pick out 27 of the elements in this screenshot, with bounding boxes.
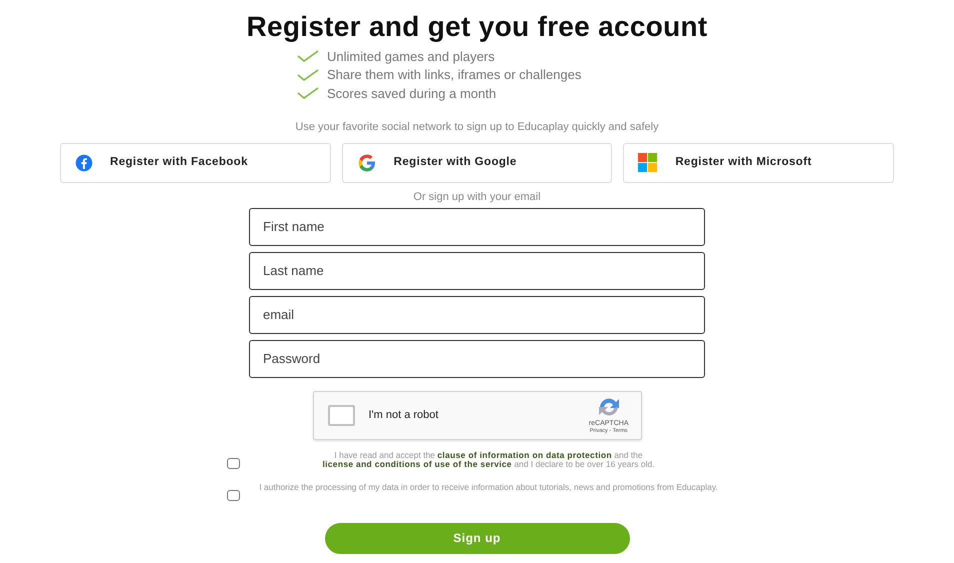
social-register-button[interactable]: Register with Facebook bbox=[60, 143, 331, 183]
social-register-button[interactable]: Register with Google bbox=[342, 143, 612, 183]
check-icon bbox=[297, 87, 319, 100]
consent-link[interactable]: clause of information on data protection bbox=[437, 450, 612, 460]
text-field[interactable]: email bbox=[249, 296, 705, 334]
text-field[interactable]: Password bbox=[249, 340, 705, 378]
consent-text: I have read and accept the clause of information on data protection and the license and conditions of use of the service and I declare to be over 16 years old. bbox=[321, 450, 656, 468]
consent-checkbox[interactable] bbox=[227, 458, 240, 468]
microsoft-icon bbox=[638, 153, 658, 173]
captcha-checkbox[interactable] bbox=[328, 404, 354, 426]
social-intro: Use your favorite social network to sign up to Educaplay quickly and safely bbox=[295, 120, 659, 134]
consent-checkbox[interactable] bbox=[227, 490, 240, 500]
social-register-button[interactable]: Register with Microsoft bbox=[623, 143, 894, 183]
check-icon bbox=[297, 68, 319, 81]
benefit-text: Scores saved during a month bbox=[327, 84, 496, 103]
text-field[interactable]: Last name bbox=[249, 252, 705, 290]
facebook-icon bbox=[75, 154, 93, 172]
consent-text: I authorize the processing of my data in order to receive information about tutorials, news and promotions from Educaplay. bbox=[258, 482, 719, 492]
check-icon bbox=[297, 50, 319, 62]
consent-link[interactable]: license and conditions of use of the service bbox=[322, 458, 512, 468]
captcha-label: I'm not a robot bbox=[368, 408, 438, 423]
email-intro: Or sign up with your email bbox=[413, 190, 541, 205]
benefit-text: Unlimited games and players bbox=[327, 48, 495, 66]
google-icon bbox=[356, 153, 377, 173]
page-title: Register and get you free account bbox=[246, 10, 708, 44]
text-field[interactable]: First name bbox=[249, 208, 705, 246]
benefit-text: Share them with links, iframes or challenges bbox=[327, 66, 582, 84]
